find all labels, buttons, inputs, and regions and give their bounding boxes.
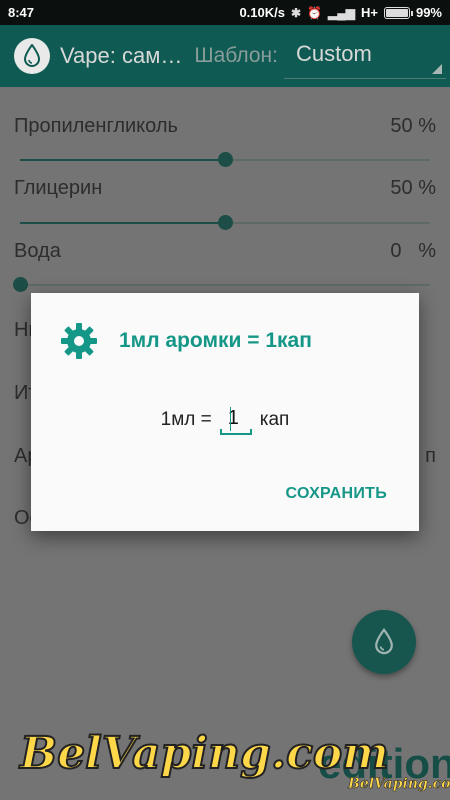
dialog-header: 1мл аромки = 1кап [59, 321, 312, 361]
slider-knob[interactable] [218, 152, 233, 167]
drop-icon [375, 628, 393, 655]
ingredient-row-water: Вода 0 % [14, 240, 436, 263]
slider-fill [20, 159, 225, 161]
alarm-icon: ⏰ [307, 5, 323, 20]
drop-icon[interactable] [14, 38, 50, 74]
value-unit: % [418, 240, 436, 262]
drops-input[interactable]: 1 [218, 403, 254, 437]
slider-pg[interactable] [20, 152, 430, 167]
template-label: Шаблон: [194, 44, 278, 67]
network-speed: 0.10K/s [239, 5, 285, 20]
bluetooth-icon: ✱ [291, 5, 302, 20]
value-number: 0 [390, 240, 402, 262]
belvaping-watermark: BelVaping.com [19, 727, 390, 780]
battery-percent: 99% [415, 5, 442, 20]
row-fragment: п [425, 445, 436, 467]
slider-water[interactable] [13, 277, 430, 292]
dropdown-caret-icon [432, 64, 442, 74]
ml-prefix: 1мл = [160, 409, 212, 430]
ingredient-value: 50 % [390, 177, 436, 199]
dialog-body: 1мл = 1 кап [31, 403, 419, 437]
ingredient-value: 50 % [390, 115, 436, 137]
ingredient-row-pg: Пропиленгликоль 50 % [14, 115, 436, 138]
ingredient-value: 0 % [390, 240, 436, 263]
status-bar: 8:47 0.10K/s ✱ ⏰ ▂▄▆ H+ 99% [0, 0, 450, 25]
signal-icon: ▂▄▆ [328, 5, 355, 20]
status-right: 0.10K/s ✱ ⏰ ▂▄▆ H+ 99% [239, 5, 442, 20]
drop-glyph [23, 44, 41, 67]
signal-type: H+ [360, 5, 378, 20]
slider-vg[interactable] [20, 215, 430, 230]
text-cursor [229, 407, 231, 431]
battery-icon [383, 6, 413, 19]
status-time: 8:47 [8, 5, 35, 20]
save-button[interactable]: СОХРАНИТЬ [285, 485, 387, 503]
drops-dialog: 1мл аромки = 1кап 1мл = 1 кап СОХРАНИТЬ [31, 293, 419, 531]
app-toolbar: Vape: сам… Шаблон: Custom [0, 25, 450, 87]
dialog-title: 1мл аромки = 1кап [119, 329, 312, 352]
belvaping-small-watermark: BelVaping.com [348, 776, 450, 793]
template-value: Custom [296, 41, 372, 66]
drops-suffix: кап [259, 409, 290, 430]
drop-fab-button[interactable] [352, 610, 416, 674]
slider-knob[interactable] [13, 277, 28, 292]
app-title: Vape: сам… [60, 43, 183, 68]
slider-fill [20, 222, 225, 224]
slider-knob[interactable] [218, 215, 233, 230]
gear-icon [61, 323, 97, 359]
input-underline-tick [249, 429, 252, 435]
battery-fill [385, 8, 408, 17]
template-dropdown[interactable]: Custom [284, 33, 446, 79]
ingredient-label: Вода [14, 240, 61, 262]
ingredient-label: Пропиленгликоль [14, 115, 178, 137]
ingredient-label: Глицерин [14, 177, 103, 199]
ingredient-row-vg: Глицерин 50 % [14, 177, 436, 200]
